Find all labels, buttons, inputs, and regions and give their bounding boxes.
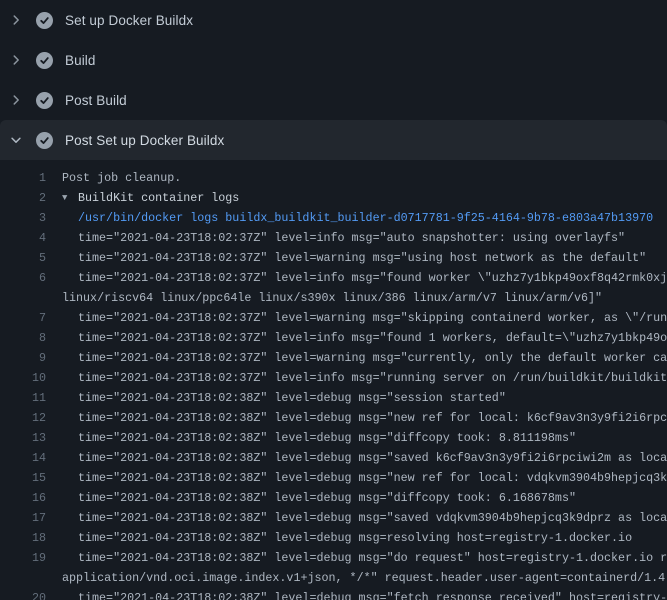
check-circle-icon xyxy=(36,52,53,69)
step-row-set-up-docker-buildx[interactable]: Set up Docker Buildx xyxy=(0,0,667,40)
steps-list: Set up Docker Buildx Build Post Build Post … xyxy=(0,0,667,160)
log-line: 8 time="2021-04-23T18:02:37Z" level=info … xyxy=(0,328,667,348)
log-text: linux/riscv64 linux/ppc64le linux/s390x … xyxy=(62,288,602,308)
step-row-post-set-up-docker-buildx[interactable]: Post Set up Docker Buildx xyxy=(0,120,667,160)
log-group-header[interactable]: ▼BuildKit container logs xyxy=(62,188,239,208)
log-line: 2 ▼BuildKit container logs xyxy=(0,188,667,208)
log-line: 20 time="2021-04-23T18:02:38Z" level=debu… xyxy=(0,588,667,600)
line-number[interactable]: 15 xyxy=(0,468,46,488)
log-text: time="2021-04-23T18:02:38Z" level=debug … xyxy=(78,528,632,548)
chevron-right-icon xyxy=(8,52,24,68)
step-row-post-build[interactable]: Post Build xyxy=(0,80,667,120)
line-number[interactable]: 9 xyxy=(0,348,46,368)
line-number xyxy=(0,288,46,308)
log-text: time="2021-04-23T18:02:37Z" level=warnin… xyxy=(78,348,667,368)
line-number[interactable]: 17 xyxy=(0,508,46,528)
check-circle-icon xyxy=(36,12,53,29)
log-text: Post job cleanup. xyxy=(62,168,181,188)
line-number[interactable]: 5 xyxy=(0,248,46,268)
log-line: 18 time="2021-04-23T18:02:38Z" level=debu… xyxy=(0,528,667,548)
step-label: Post Set up Docker Buildx xyxy=(65,133,224,148)
log-text: time="2021-04-23T18:02:37Z" level=info m… xyxy=(78,368,667,388)
chevron-down-icon xyxy=(8,132,24,148)
log-group-title: BuildKit container logs xyxy=(78,191,239,205)
line-number[interactable]: 19 xyxy=(0,548,46,568)
line-number[interactable]: 6 xyxy=(0,268,46,288)
line-number[interactable]: 14 xyxy=(0,448,46,468)
line-number[interactable]: 18 xyxy=(0,528,46,548)
log-line: 6 time="2021-04-23T18:02:37Z" level=info … xyxy=(0,268,667,288)
line-number[interactable]: 10 xyxy=(0,368,46,388)
log-line: 5 time="2021-04-23T18:02:37Z" level=warni… xyxy=(0,248,667,268)
line-number[interactable]: 11 xyxy=(0,388,46,408)
line-number[interactable]: 20 xyxy=(0,588,46,600)
line-number[interactable]: 16 xyxy=(0,488,46,508)
log-line: 9 time="2021-04-23T18:02:37Z" level=warni… xyxy=(0,348,667,368)
log-line: 16 time="2021-04-23T18:02:38Z" level=debu… xyxy=(0,488,667,508)
log-line: 19 time="2021-04-23T18:02:38Z" level=debu… xyxy=(0,548,667,568)
log-line: 7 time="2021-04-23T18:02:37Z" level=warni… xyxy=(0,308,667,328)
line-number[interactable]: 13 xyxy=(0,428,46,448)
log-line: 13 time="2021-04-23T18:02:38Z" level=debu… xyxy=(0,428,667,448)
step-row-build[interactable]: Build xyxy=(0,40,667,80)
log-text: time="2021-04-23T18:02:38Z" level=debug … xyxy=(78,448,667,468)
log-text: time="2021-04-23T18:02:38Z" level=debug … xyxy=(78,548,667,568)
log-text: time="2021-04-23T18:02:38Z" level=debug … xyxy=(78,488,576,508)
log-line: 4 time="2021-04-23T18:02:37Z" level=info … xyxy=(0,228,667,248)
log-line: 12 time="2021-04-23T18:02:38Z" level=debu… xyxy=(0,408,667,428)
step-label: Set up Docker Buildx xyxy=(65,13,193,28)
log-line: 14 time="2021-04-23T18:02:38Z" level=debu… xyxy=(0,448,667,468)
log-text: time="2021-04-23T18:02:38Z" level=debug … xyxy=(78,588,667,600)
line-number[interactable]: 1 xyxy=(0,168,46,188)
line-number[interactable]: 12 xyxy=(0,408,46,428)
log-command-text: /usr/bin/docker logs buildx_buildkit_bui… xyxy=(78,208,653,228)
step-label: Build xyxy=(65,53,96,68)
log-line: 3/usr/bin/docker logs buildx_buildkit_bu… xyxy=(0,208,667,228)
log-text: time="2021-04-23T18:02:37Z" level=warnin… xyxy=(78,308,667,328)
line-number[interactable]: 3 xyxy=(0,208,46,228)
log-text: application/vnd.oci.image.index.v1+json,… xyxy=(62,568,667,588)
log-text: time="2021-04-23T18:02:37Z" level=info m… xyxy=(78,268,667,288)
log-line: linux/riscv64 linux/ppc64le linux/s390x … xyxy=(0,288,667,308)
log-text: time="2021-04-23T18:02:38Z" level=debug … xyxy=(78,508,667,528)
log-text: time="2021-04-23T18:02:37Z" level=warnin… xyxy=(78,248,646,268)
line-number[interactable]: 7 xyxy=(0,308,46,328)
log-line: 15 time="2021-04-23T18:02:38Z" level=debu… xyxy=(0,468,667,488)
check-circle-icon xyxy=(36,132,53,149)
check-circle-icon xyxy=(36,92,53,109)
log-line: 17 time="2021-04-23T18:02:38Z" level=debu… xyxy=(0,508,667,528)
line-number xyxy=(0,568,46,588)
log-line: 10 time="2021-04-23T18:02:37Z" level=info… xyxy=(0,368,667,388)
line-number[interactable]: 8 xyxy=(0,328,46,348)
log-text: time="2021-04-23T18:02:37Z" level=info m… xyxy=(78,228,625,248)
chevron-right-icon xyxy=(8,92,24,108)
log-viewer: 1 Post job cleanup. 2 ▼BuildKit container l… xyxy=(0,160,667,600)
triangle-down-icon: ▼ xyxy=(62,188,78,208)
line-number[interactable]: 2 xyxy=(0,188,46,208)
log-line: application/vnd.oci.image.index.v1+json,… xyxy=(0,568,667,588)
log-text: time="2021-04-23T18:02:37Z" level=info m… xyxy=(78,328,667,348)
line-number[interactable]: 4 xyxy=(0,228,46,248)
chevron-right-icon xyxy=(8,12,24,28)
log-text: time="2021-04-23T18:02:38Z" level=debug … xyxy=(78,408,667,428)
log-line: 1 Post job cleanup. xyxy=(0,168,667,188)
log-text: time="2021-04-23T18:02:38Z" level=debug … xyxy=(78,388,506,408)
log-line: 11 time="2021-04-23T18:02:38Z" level=debu… xyxy=(0,388,667,408)
step-label: Post Build xyxy=(65,93,127,108)
log-text: time="2021-04-23T18:02:38Z" level=debug … xyxy=(78,468,667,488)
log-text: time="2021-04-23T18:02:38Z" level=debug … xyxy=(78,428,576,448)
